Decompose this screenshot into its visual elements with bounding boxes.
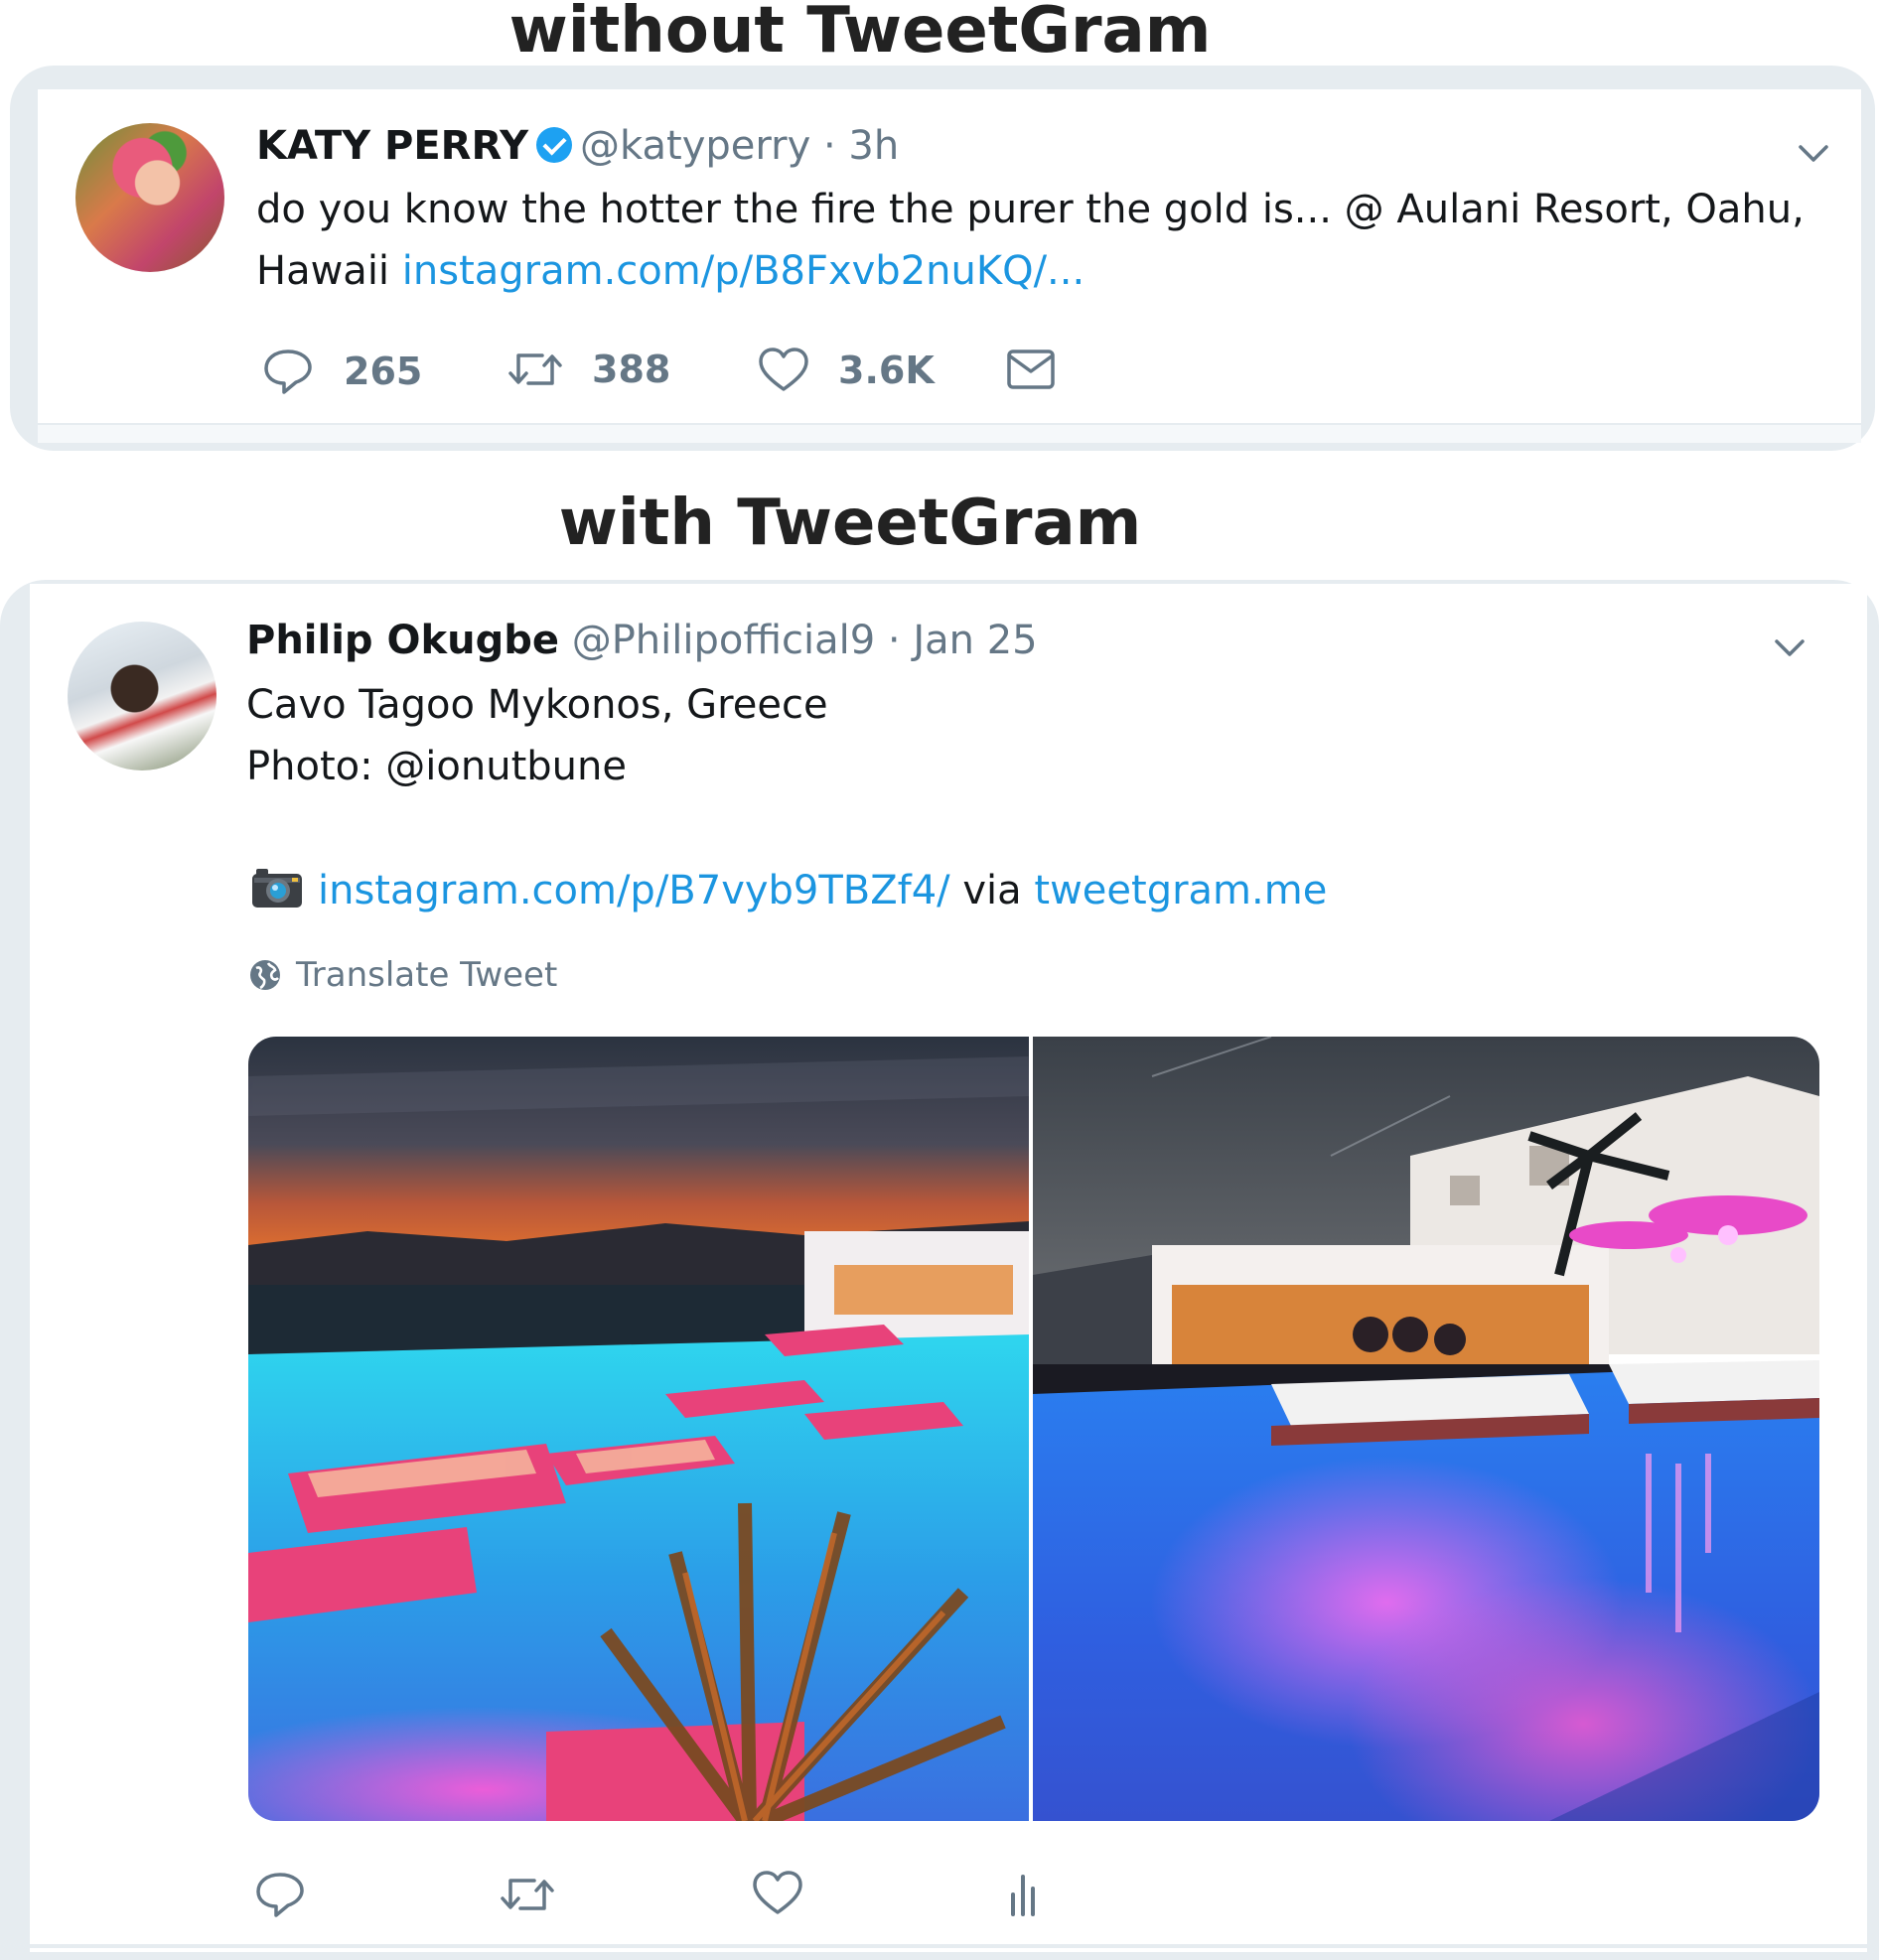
analytics-icon: [1011, 1875, 1035, 1916]
chevron-down-icon[interactable]: [1772, 630, 1807, 665]
reply-icon: [256, 1873, 304, 1917]
instagram-link[interactable]: instagram.com/p/B8Fxvb2nuKQ/...: [402, 248, 1084, 294]
via-text: via: [949, 868, 1035, 913]
like-button[interactable]: [751, 1869, 804, 1918]
reply-count: 265: [344, 350, 423, 393]
tweet-text-line1: Cavo Tagoo Mykonos, Greece: [246, 682, 828, 728]
photo-pool-sunset[interactable]: [248, 1037, 1029, 1821]
retweet-button[interactable]: 388: [506, 346, 670, 393]
tweet-header: KATY PERRY @katyperry · 3h: [256, 123, 899, 169]
chevron-down-icon[interactable]: [1796, 135, 1831, 171]
tweet-link-line: instagram.com/p/B7vyb9TBZf4/ via tweetgr…: [318, 860, 1327, 921]
avatar[interactable]: [75, 123, 224, 272]
reply-button[interactable]: 265: [260, 346, 422, 397]
analytics-button[interactable]: [1007, 1869, 1043, 1918]
photo-pool-night[interactable]: [1033, 1037, 1819, 1821]
photo-pool-sunset-image: [248, 1037, 1029, 1821]
instagram-link[interactable]: instagram.com/p/B7vyb9TBZf4/: [318, 868, 950, 913]
reply-button[interactable]: [252, 1869, 308, 1920]
photo-pool-night-image: [1033, 1037, 1819, 1821]
display-name[interactable]: Philip Okugbe: [246, 618, 559, 663]
tweet-card-divider: [30, 1944, 1867, 1948]
like-count: 3.6K: [838, 349, 935, 392]
like-icon: [753, 1871, 802, 1914]
translate-tweet-button[interactable]: Translate Tweet: [248, 955, 557, 995]
avatar[interactable]: [68, 622, 217, 770]
verified-badge-icon: [536, 127, 573, 163]
heading-with-tweetgram: with TweetGram: [558, 487, 1142, 560]
reply-icon: [264, 350, 312, 394]
heading-without-tweetgram: without TweetGram: [508, 0, 1212, 68]
message-button[interactable]: [1005, 348, 1057, 391]
handle-and-time[interactable]: @Philipofficial9 · Jan 25: [572, 618, 1038, 663]
display-name[interactable]: KATY PERRY: [256, 123, 528, 169]
tweet-text-line2: Hawaii instagram.com/p/B8Fxvb2nuKQ/...: [256, 240, 1084, 302]
tweet-text-line2: Photo: @ionutbune: [246, 744, 627, 789]
like-icon: [759, 348, 808, 391]
tweet-card-divider: [48, 580, 1819, 583]
retweet-button[interactable]: [499, 1871, 556, 1918]
tweet-text-line1: do you know the hotter the fire the pure…: [256, 187, 1805, 232]
globe-icon: [250, 960, 280, 990]
message-icon: [1007, 350, 1055, 389]
tweet-text-prefix: Hawaii: [256, 248, 402, 294]
tweetgram-link[interactable]: tweetgram.me: [1034, 868, 1327, 913]
retweet-count: 388: [592, 348, 671, 391]
camera-icon: [252, 869, 302, 908]
tweet-header: Philip Okugbe @Philipofficial9 · Jan 25: [246, 618, 1038, 663]
translate-label: Translate Tweet: [296, 955, 558, 995]
tweet-card-divider: [38, 425, 1861, 443]
tweet-media[interactable]: [248, 1037, 1819, 1821]
retweet-icon: [501, 1879, 554, 1910]
handle-and-time[interactable]: @katyperry · 3h: [580, 123, 899, 169]
like-button[interactable]: 3.6K: [757, 346, 935, 395]
retweet-icon: [508, 353, 562, 385]
